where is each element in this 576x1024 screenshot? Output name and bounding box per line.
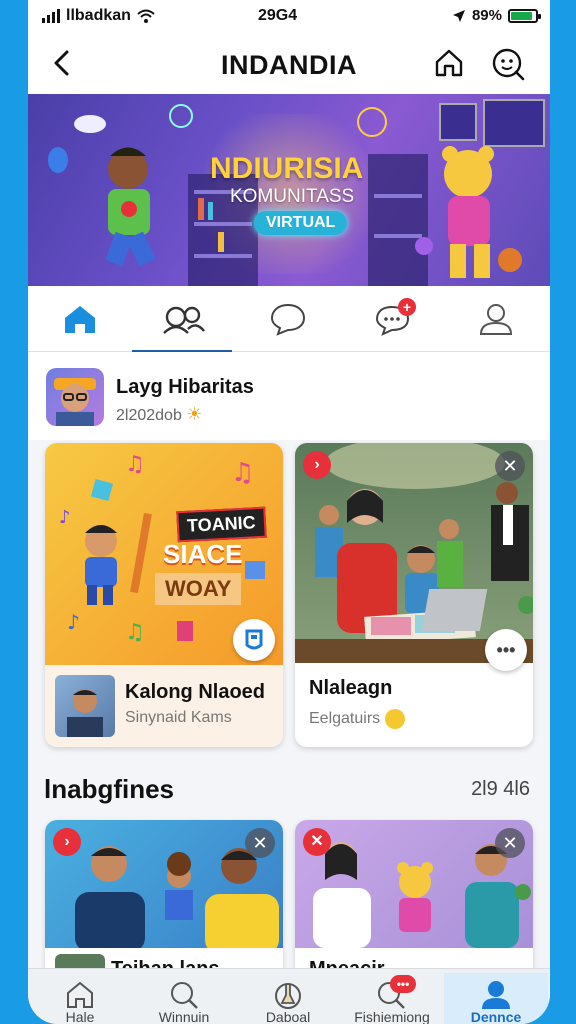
card-subtitle: Eelgatuirs [309, 710, 381, 728]
app-screen: llbadkan 29G4 89% INDANDIA NDIURISIA KOM… [28, 0, 550, 1024]
card-subtitle-row: Eelgatuirs [309, 709, 405, 729]
content-card[interactable]: › ✕ Teihan lans [45, 820, 283, 980]
home-icon[interactable] [432, 46, 466, 80]
banner-subtitle: KOMUNITASS [230, 186, 355, 207]
nav-profile[interactable]: Dennce [444, 973, 548, 1024]
avatar[interactable] [46, 368, 104, 426]
remove-badge[interactable]: ✕ [303, 828, 331, 856]
card-subtitle: Sinynaid Kams [125, 709, 232, 726]
nav-label: Winnuin [158, 1009, 210, 1024]
tab-home[interactable] [28, 286, 132, 352]
notification-badge: ••• [390, 975, 416, 993]
battery-percent: 89% [471, 7, 502, 24]
play-badge[interactable]: › [303, 451, 331, 479]
home-icon [67, 981, 93, 1008]
bottom-navigation: Hale Winnuin Daboal ••• Fishiemiong Denn… [28, 968, 550, 1024]
nav-home[interactable]: Hale [28, 973, 132, 1024]
clock: 29G4 [258, 7, 298, 24]
banner-pill: VIRTUAL [254, 211, 348, 235]
nav-label: Fishiemiong [354, 1009, 430, 1024]
carrier: llbadkan [42, 7, 155, 25]
content-card[interactable]: › ✕ ••• Nlaleagn Eelgatuirs [295, 443, 533, 747]
card-thumbnail [55, 675, 115, 737]
play-badge[interactable]: › [53, 828, 81, 856]
tab-groups[interactable] [132, 286, 236, 353]
tab-chat[interactable] [236, 286, 340, 352]
profile-meta-text: 2l202dob [116, 407, 182, 424]
bookmark-icon [245, 629, 263, 650]
profile-name: Layg Hibaritas [116, 376, 254, 398]
emoji-icon [384, 709, 405, 729]
card-image: › ✕ [45, 820, 283, 948]
more-options-icon[interactable]: ••• [485, 629, 527, 671]
card-image: ♫ ♫ ♪ ♪ ♫ TOANIC SIACE WOAY [45, 443, 283, 665]
close-icon[interactable]: ✕ [245, 828, 275, 858]
svg-text:♫: ♫ [125, 452, 145, 477]
person-icon [479, 304, 513, 335]
svg-text:♫: ♫ [231, 458, 254, 488]
flask-icon [275, 983, 301, 1009]
nav-label: Daboal [265, 1009, 311, 1024]
nav-discover[interactable]: ••• Fishiemiong [340, 973, 444, 1024]
profile-row[interactable]: Layg Hibaritas 2l202dob ☀ [28, 352, 550, 440]
page-title: INDANDIA [221, 50, 357, 80]
home-filled-icon [65, 306, 95, 333]
svg-text:♫: ♫ [125, 620, 145, 645]
nav-lab[interactable]: Daboal [236, 973, 340, 1024]
battery-icon [508, 8, 541, 23]
top-app-bar: INDANDIA [28, 34, 550, 94]
poster-label-2: SIACE [163, 539, 243, 569]
chat-bubble-icon [270, 303, 306, 336]
section-count: 2l9 4l6 [471, 778, 530, 800]
card-image: › ✕ ••• [295, 443, 533, 671]
save-button[interactable] [233, 619, 275, 661]
close-icon[interactable]: ✕ [495, 828, 525, 858]
card-title: Kalong Nlaoed [125, 681, 266, 703]
tab-bar: + [28, 286, 550, 353]
sun-emoji-icon: ☀ [186, 404, 203, 424]
content-card[interactable]: ✕ ✕ Mneacir [295, 820, 533, 980]
signal-icon [42, 9, 60, 23]
location-icon [452, 9, 465, 22]
carrier-name: llbadkan [66, 7, 131, 24]
wifi-icon [137, 9, 155, 23]
status-right: 89% [452, 7, 541, 24]
content-card[interactable]: ♫ ♫ ♪ ♪ ♫ TOANIC SIACE WOAY Kalong Nlaoe… [45, 443, 283, 747]
people-icon [163, 306, 205, 334]
card-image: ✕ ✕ [295, 820, 533, 948]
nav-search[interactable]: Winnuin [132, 973, 236, 1024]
status-bar: llbadkan 29G4 89% [28, 0, 550, 34]
svg-text:♪: ♪ [67, 610, 80, 634]
profile-icon [482, 981, 510, 1009]
notification-badge: + [398, 298, 416, 316]
profile-meta: 2l202dob ☀ [116, 404, 202, 425]
hero-banner[interactable]: NDIURISIA KOMUNITASS VIRTUAL [28, 94, 550, 286]
banner-title: NDIURISIA [210, 152, 364, 185]
poster-label-1: TOANIC [176, 506, 267, 543]
section-title: lnabgfines [44, 774, 175, 804]
search-icon [171, 982, 198, 1009]
search-icon[interactable] [490, 46, 526, 82]
close-icon[interactable]: ✕ [495, 451, 525, 481]
tab-messages[interactable]: + [340, 286, 444, 352]
nav-label: Dennce [470, 1009, 522, 1024]
tab-profile[interactable] [444, 286, 548, 352]
poster-label-3: WOAY [155, 573, 242, 605]
card-title: Nlaleagn [309, 677, 393, 699]
nav-label: Hale [65, 1009, 95, 1024]
svg-text:♪: ♪ [59, 507, 71, 528]
